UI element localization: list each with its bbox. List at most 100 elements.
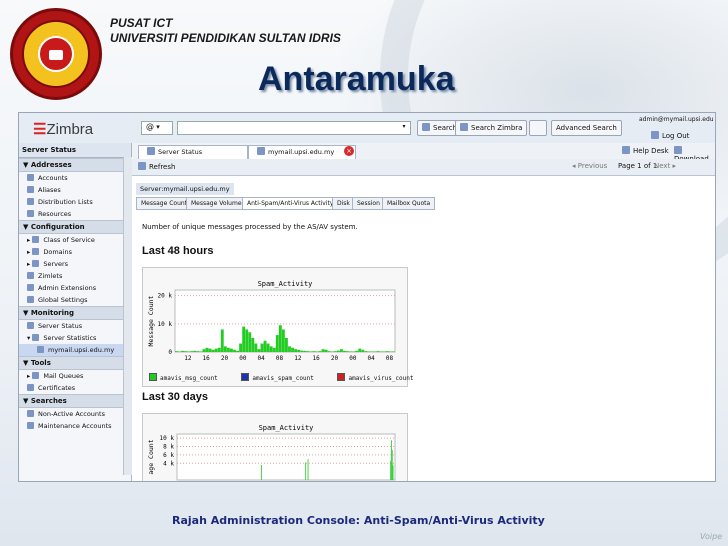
data-bar (306, 351, 310, 352)
sidebar-item-non-active-accounts[interactable]: Non-Active Accounts (19, 408, 131, 420)
sidebar-item-server-statistics[interactable]: ▾ Server Statistics (19, 332, 131, 344)
data-bar (181, 350, 184, 352)
legend-msg: amavis_msg_count (149, 373, 228, 382)
sidebar-item-maintenance-accounts[interactable]: Maintenance Accounts (19, 420, 131, 432)
logout-label: Log Out (662, 132, 690, 140)
data-bar (208, 348, 212, 352)
mail-queues-icon (32, 372, 40, 379)
footer-mark: Voipe (700, 532, 723, 541)
data-bar (391, 440, 392, 480)
legend-virus: amavis_virus_count (337, 373, 423, 382)
server-icon (257, 147, 265, 155)
data-bar (288, 346, 291, 352)
top-bar: ☰Zimbra @ ▾ ▾ Search Search Zimbra Advan… (19, 113, 715, 144)
user-email: admin@mymail.upsi.edu (639, 116, 714, 123)
search-zimbra-icon (460, 123, 468, 131)
breadcrumb: Server:mymail.upsi.edu.my (136, 183, 234, 195)
x-tick-label: 20 (331, 355, 339, 362)
data-bar (236, 350, 239, 352)
data-bar (343, 350, 346, 352)
tab-anti-spam[interactable]: Anti-Spam/Anti-Virus Activity (242, 197, 339, 210)
tab-message-count[interactable]: Message Count (136, 197, 193, 210)
refresh-button[interactable]: Refresh (138, 162, 175, 171)
close-tab-icon[interactable]: × (344, 146, 354, 156)
data-bar (379, 351, 383, 352)
sidebar-item-admin-extensions[interactable]: Admin Extensions (19, 282, 131, 294)
data-bar (199, 351, 203, 352)
sidebar-item-distribution-lists[interactable]: Distribution Lists (19, 196, 131, 208)
x-tick-label: 12 (294, 355, 302, 362)
previous-button[interactable]: ◂ Previous (572, 162, 607, 170)
sidebar-item-class-of-service[interactable]: ▸ Class of Service (19, 234, 131, 246)
tab-mymail[interactable]: mymail.upsi.edu.my (248, 145, 356, 160)
search-input[interactable] (177, 121, 411, 135)
sidebar-item-certificates[interactable]: Certificates (19, 382, 131, 394)
search-dropdown-icon[interactable]: ▾ (399, 121, 409, 133)
y-tick-label: 4 k (163, 460, 174, 467)
help-desk-link[interactable]: Help Desk (622, 146, 669, 155)
distribution-list-icon (27, 198, 34, 205)
tab-mailbox-quota[interactable]: Mailbox Quota (382, 197, 436, 210)
y-tick-label: 20 k (158, 293, 173, 300)
download-icon (674, 146, 682, 154)
org-line-1: PUSAT ICT (110, 16, 173, 30)
item-label: Aliases (38, 186, 61, 194)
zimbra-logo-text: Zimbra (46, 121, 94, 138)
data-bar (242, 326, 246, 352)
section-last-30-days: Last 30 days (142, 391, 209, 403)
tab-message-volume[interactable]: Message Volume (186, 197, 247, 210)
data-bar (364, 351, 368, 352)
tab-session[interactable]: Session (352, 197, 385, 210)
sidebar-item-zimlets[interactable]: Zimlets (19, 270, 131, 282)
data-bar (358, 348, 362, 352)
tab-label: mymail.upsi.edu.my (268, 148, 335, 156)
plot-area (176, 433, 396, 481)
data-bar (254, 343, 258, 352)
data-bar (196, 351, 200, 352)
sidebar-item-server-status[interactable]: Server Status (19, 320, 131, 332)
chart-48-hours: Spam_Activity Message Count 0 10 k 20 k 12 16 2… (142, 267, 414, 387)
data-bar (370, 351, 374, 352)
y-tick-label: 10 k (158, 321, 173, 328)
data-bar (349, 351, 353, 352)
data-bar (388, 351, 392, 352)
refresh-label: Refresh (149, 163, 176, 171)
sidebar-item-mymail-server[interactable]: mymail.upsi.edu.my (19, 344, 131, 356)
section-label: Tools (30, 359, 51, 367)
item-label: Server Statistics (43, 334, 97, 342)
advanced-search-button[interactable]: Advanced Search (551, 120, 622, 136)
certificates-icon (27, 384, 34, 391)
data-bar (391, 449, 393, 480)
sidebar-item-accounts[interactable]: Accounts (19, 172, 131, 184)
sidebar-item-global-settings[interactable]: Global Settings (19, 294, 131, 306)
data-bar (392, 465, 394, 480)
data-bar (245, 329, 249, 352)
legend-swatch (337, 373, 346, 381)
sidebar-item-resources[interactable]: Resources (19, 208, 131, 220)
sidebar-section-addresses[interactable]: ▼ Addresses (19, 158, 131, 172)
sidebar-section-tools[interactable]: ▼ Tools (19, 356, 131, 370)
chart-legend: amavis_msg_count amavis_spam_count amavi… (149, 373, 434, 382)
item-label: Servers (43, 260, 69, 268)
logout-link[interactable]: Log Out (651, 131, 689, 140)
sidebar-scrollbar[interactable] (123, 157, 132, 475)
help-icon (622, 146, 630, 154)
search-button-label: Search (433, 124, 458, 132)
sidebar-section-searches[interactable]: ▼ Searches (19, 394, 131, 408)
item-label: Zimlets (38, 272, 63, 280)
data-bar (333, 351, 337, 352)
sidebar-section-configuration[interactable]: ▼ Configuration (19, 220, 131, 234)
search-zimbra-button[interactable]: Search Zimbra (455, 120, 528, 136)
sidebar-item-servers[interactable]: ▸ Servers (19, 258, 131, 270)
save-search-icon[interactable] (529, 120, 547, 136)
data-bar (184, 351, 188, 352)
sidebar-section-monitoring[interactable]: ▼ Monitoring (19, 306, 131, 320)
sidebar-item-mail-queues[interactable]: ▸ Mail Queues (19, 370, 131, 382)
next-button[interactable]: Next ▸ (654, 162, 676, 170)
tab-server-status[interactable]: Server Status (138, 145, 248, 160)
sidebar-item-domains[interactable]: ▸ Domains (19, 246, 131, 258)
data-bar (214, 348, 218, 352)
search-type-select[interactable]: @ ▾ (141, 121, 173, 135)
data-bar (294, 349, 298, 352)
sidebar-item-aliases[interactable]: Aliases (19, 184, 131, 196)
